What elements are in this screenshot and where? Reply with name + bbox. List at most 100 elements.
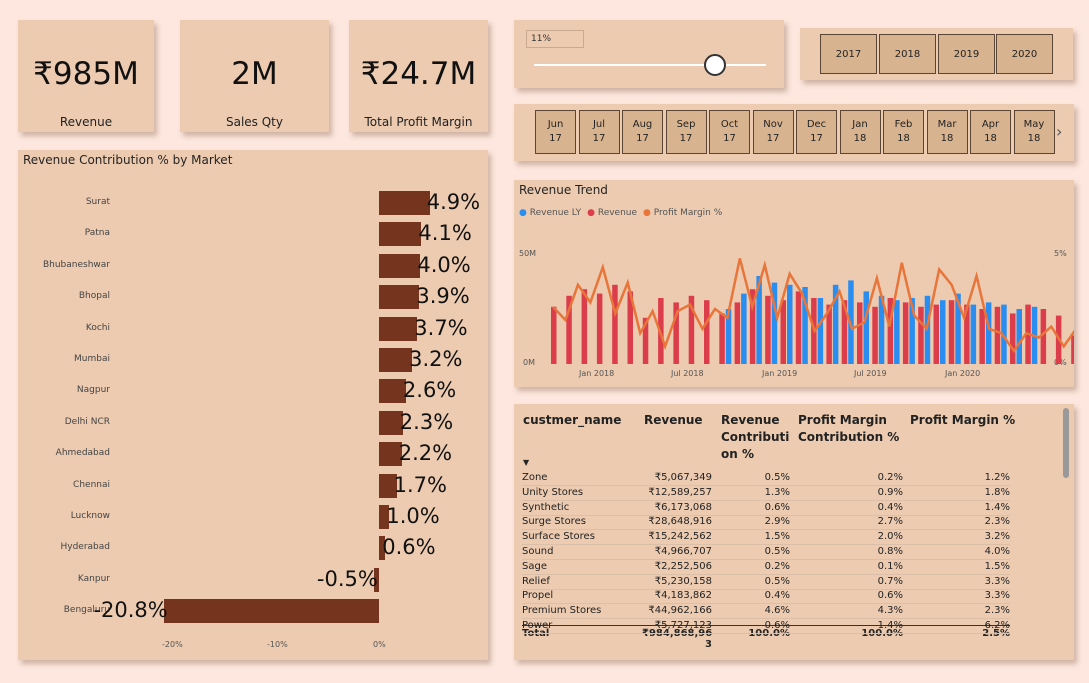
table-scrollbar[interactable] xyxy=(1063,408,1069,478)
month-button[interactable]: Mar 18 xyxy=(926,110,968,154)
year-button-2017[interactable]: 2017 xyxy=(820,34,877,74)
slider-thumb[interactable] xyxy=(703,54,726,76)
revenue-bar[interactable] xyxy=(948,300,955,364)
revenue-ly-bar[interactable] xyxy=(817,298,824,364)
month-button[interactable]: Feb 18 xyxy=(883,110,924,154)
kpi-value: ₹24.7M xyxy=(360,56,477,92)
table-row[interactable]: Sound ₹4,966,707 0.5% 0.8% 4.0% xyxy=(522,545,1010,560)
revenue-bar[interactable] xyxy=(596,293,603,364)
x-tick-label: 0% xyxy=(373,640,386,649)
sort-descending-icon[interactable]: ▼ xyxy=(523,458,529,467)
cell-profit-margin-contribution: 0.9% xyxy=(877,486,903,498)
cell-revenue: ₹2,252,506 xyxy=(654,560,712,572)
market-bar[interactable] xyxy=(163,599,379,624)
revenue-bar[interactable] xyxy=(979,309,985,364)
table-row[interactable]: Unity Stores ₹12,589,257 1.3% 0.9% 1.8% xyxy=(522,486,1010,501)
month-button[interactable]: Jun 17 xyxy=(535,110,576,154)
x-tick-label: Jul 2019 xyxy=(854,369,887,378)
slider-value-input[interactable]: 11% xyxy=(526,30,584,48)
column-header-profit-margin-contribution[interactable]: Profit Margin Contribution % xyxy=(798,412,908,446)
column-header-customer[interactable]: custmer_name xyxy=(523,412,621,429)
revenue-bar[interactable] xyxy=(581,289,588,364)
month-year-label: 17 xyxy=(810,133,823,144)
column-header-revenue-contribution[interactable]: Revenue Contributi on % xyxy=(721,412,789,463)
table-row[interactable]: Premium Stores ₹44,962,166 4.6% 4.3% 2.3% xyxy=(522,604,1010,620)
cell-revenue: ₹5,230,158 xyxy=(654,575,712,587)
cell-profit-margin-contribution: 0.1% xyxy=(877,560,903,572)
revenue-bar[interactable] xyxy=(933,304,940,364)
month-button[interactable]: Nov 17 xyxy=(752,110,794,154)
table-row[interactable]: Power ₹5,727,123 0.6% 1.4% 6.2% xyxy=(522,619,1010,634)
revenue-bar[interactable] xyxy=(704,300,710,364)
revenue-bar[interactable] xyxy=(612,284,618,364)
revenue-ly-bar[interactable] xyxy=(787,284,793,364)
month-button[interactable]: Sep 17 xyxy=(665,110,707,154)
data-label: 2.3% xyxy=(399,409,454,434)
month-button[interactable]: Apr 18 xyxy=(970,110,1011,154)
table-row[interactable]: Relief ₹5,230,158 0.5% 0.7% 3.3% xyxy=(522,575,1010,590)
revenue-bar[interactable] xyxy=(872,306,878,364)
market-bar[interactable] xyxy=(379,285,420,310)
revenue-bar[interactable] xyxy=(1010,313,1016,364)
table-row[interactable]: Surface Stores ₹15,242,562 1.5% 2.0% 3.2% xyxy=(522,530,1010,546)
revenue-ly-bar[interactable] xyxy=(940,300,946,364)
month-button[interactable]: Jul 17 xyxy=(578,110,620,154)
month-year-label: 18 xyxy=(984,133,997,144)
revenue-ly-bar[interactable] xyxy=(1016,309,1023,364)
revenue-bar[interactable] xyxy=(902,302,909,364)
market-bar[interactable] xyxy=(379,253,421,278)
revenue-ly-bar[interactable] xyxy=(894,300,900,364)
revenue-ly-bar[interactable] xyxy=(863,291,870,364)
year-button-2019[interactable]: 2019 xyxy=(938,34,995,74)
month-slicer-card: May 18 Apr 18 Mar 18 Feb 18 Jan 18 Dec 17 Nov 17 Oct 17… xyxy=(514,104,1074,161)
table-row[interactable]: Synthetic ₹6,173,068 0.6% 0.4% 1.4% xyxy=(522,501,1010,516)
market-bar[interactable] xyxy=(379,222,422,247)
revenue-bar[interactable] xyxy=(765,295,771,364)
year-button-2020[interactable]: 2020 xyxy=(996,34,1053,74)
revenue-ly-bar[interactable] xyxy=(741,293,747,364)
month-button[interactable]: Oct 17 xyxy=(709,110,750,154)
month-label: Nov xyxy=(763,119,783,130)
table-row[interactable]: Sage ₹2,252,506 0.2% 0.1% 1.5% xyxy=(522,560,1010,575)
market-bar[interactable] xyxy=(379,379,406,404)
revenue-ly-bar[interactable] xyxy=(970,304,977,364)
year-button-2018[interactable]: 2018 xyxy=(879,34,936,74)
slider-fill xyxy=(534,64,715,66)
column-header-profit-margin[interactable]: Profit Margin % xyxy=(910,412,1015,429)
month-button[interactable]: Aug 17 xyxy=(622,110,663,154)
revenue-bar[interactable] xyxy=(780,300,787,364)
cell-profit-margin-contribution: 2.0% xyxy=(877,531,903,543)
profit-margin-slider-card: 11% xyxy=(514,20,784,88)
market-bar[interactable] xyxy=(379,348,413,372)
revenue-ly-bar[interactable] xyxy=(985,302,992,364)
column-header-revenue[interactable]: Revenue xyxy=(644,412,703,429)
x-tick-label: -10% xyxy=(267,640,288,649)
chevron-right-icon[interactable]: › xyxy=(1056,122,1062,141)
month-button[interactable]: Dec 17 xyxy=(796,110,837,154)
x-tick-label: Jan 2019 xyxy=(762,369,798,378)
month-button[interactable]: May 18 xyxy=(1013,110,1055,154)
market-chart-card: Revenue Contribution % by Market -20% -1… xyxy=(18,150,488,660)
market-bar[interactable] xyxy=(379,316,418,341)
revenue-bar[interactable] xyxy=(795,291,802,364)
cell-profit-margin-contribution: 2.7% xyxy=(877,516,903,528)
trend-plot xyxy=(551,258,1074,364)
cell-revenue: ₹4,183,862 xyxy=(654,590,712,602)
revenue-bar[interactable] xyxy=(551,306,557,364)
revenue-bar[interactable] xyxy=(719,313,725,364)
data-label: -0.5% xyxy=(316,566,378,591)
revenue-bar[interactable] xyxy=(1071,335,1074,364)
table-row[interactable]: Propel ₹4,183,862 0.4% 0.6% 3.3% xyxy=(522,589,1010,605)
table-row[interactable]: Zone ₹5,067,349 0.5% 0.2% 1.2% xyxy=(522,471,1010,486)
market-bar[interactable] xyxy=(379,191,430,215)
revenue-bar[interactable] xyxy=(994,306,1001,364)
revenue-bar[interactable] xyxy=(734,302,741,364)
revenue-bar[interactable] xyxy=(857,302,863,364)
table-row[interactable]: Surge Stores ₹28,648,916 2.9% 2.7% 2.3% xyxy=(522,515,1010,531)
data-label: 3.7% xyxy=(414,315,468,340)
month-button[interactable]: Jan 18 xyxy=(839,110,881,154)
revenue-bar[interactable] xyxy=(918,306,924,364)
cell-customer: Premium Stores xyxy=(522,605,602,617)
slider-track[interactable] xyxy=(534,64,766,66)
cell-customer: Sound xyxy=(522,546,554,557)
